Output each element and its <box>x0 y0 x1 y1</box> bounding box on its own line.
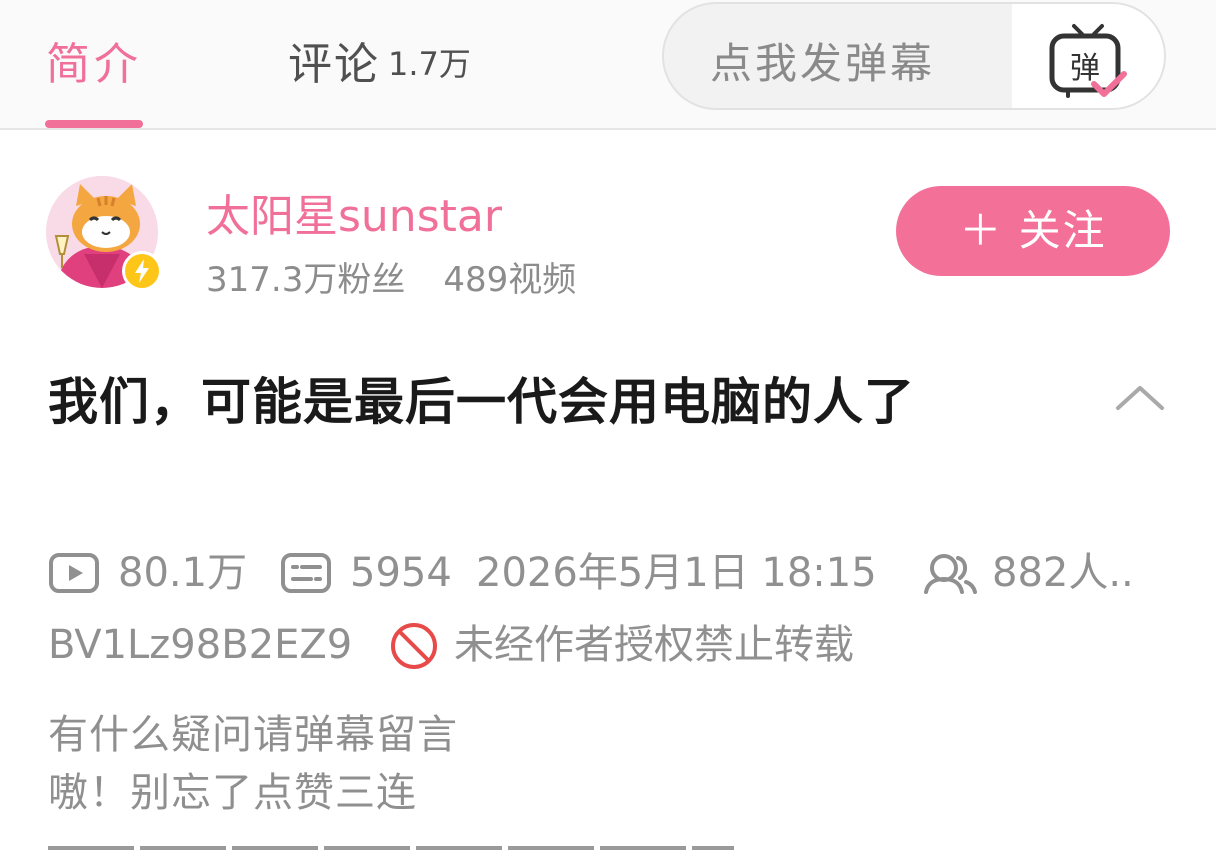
video-title: 我们，可能是最后一代会用电脑的人了 <box>48 373 915 431</box>
description-divider <box>48 846 748 852</box>
follow-button[interactable]: ＋ 关注 <box>896 186 1170 276</box>
videos-count: 489视频 <box>443 260 577 300</box>
video-stats-row: 80.1万 5954 2026年5月1日 18:15 882人.. <box>48 546 1208 600</box>
tab-comments-count: 1.7万 <box>388 45 471 83</box>
chevron-up-icon <box>1116 386 1164 410</box>
publish-time: 2026年5月1日 18:15 <box>476 550 877 596</box>
uploader-stats: 317.3万粉丝 489视频 <box>206 252 576 301</box>
bvid[interactable]: BV1Lz98B2EZ9 <box>48 618 352 672</box>
watching-people-icon <box>924 554 977 594</box>
danmaku-input[interactable]: 点我发弹幕 <box>710 30 935 91</box>
watching-count: 882人.. <box>992 550 1134 596</box>
danmaku-toggle-glyph: 弹 <box>1070 51 1100 86</box>
tab-comments-label: 评论 <box>288 39 380 90</box>
description-line: 嗷！别忘了点赞三连 <box>48 770 417 816</box>
tab-comments[interactable]: 评论 1.7万 <box>288 28 471 92</box>
video-id-row: BV1Lz98B2EZ9 未经作者授权禁止转载 <box>48 618 1208 672</box>
view-count: 80.1万 <box>118 550 248 596</box>
tab-intro[interactable]: 简介 <box>46 28 142 92</box>
danmaku-tv-icon: 弹 <box>1049 24 1127 98</box>
danmaku-count-icon <box>281 553 331 593</box>
fans-count: 317.3万粉丝 <box>206 260 406 300</box>
copyright-notice: 未经作者授权禁止转载 <box>454 622 854 668</box>
no-repost-icon <box>391 623 437 669</box>
danmaku-count: 5954 <box>350 550 452 596</box>
uploader-name[interactable]: 太阳星sunstar <box>206 180 502 244</box>
lightning-icon <box>135 259 149 283</box>
verified-badge <box>122 251 162 291</box>
description-line: 有什么疑问请弹幕留言 <box>48 712 458 758</box>
collapse-button[interactable] <box>1112 380 1168 416</box>
danmaku-toggle-button[interactable]: 弹 <box>1012 4 1164 108</box>
danmaku-bar: 点我发弹幕 弹 <box>662 2 1166 110</box>
video-description: 有什么疑问请弹幕留言 嗷！别忘了点赞三连 <box>48 706 458 822</box>
tab-bar: 简介 评论 1.7万 点我发弹幕 弹 <box>0 0 1216 130</box>
play-count-icon <box>49 553 99 593</box>
tab-active-indicator <box>45 120 143 128</box>
